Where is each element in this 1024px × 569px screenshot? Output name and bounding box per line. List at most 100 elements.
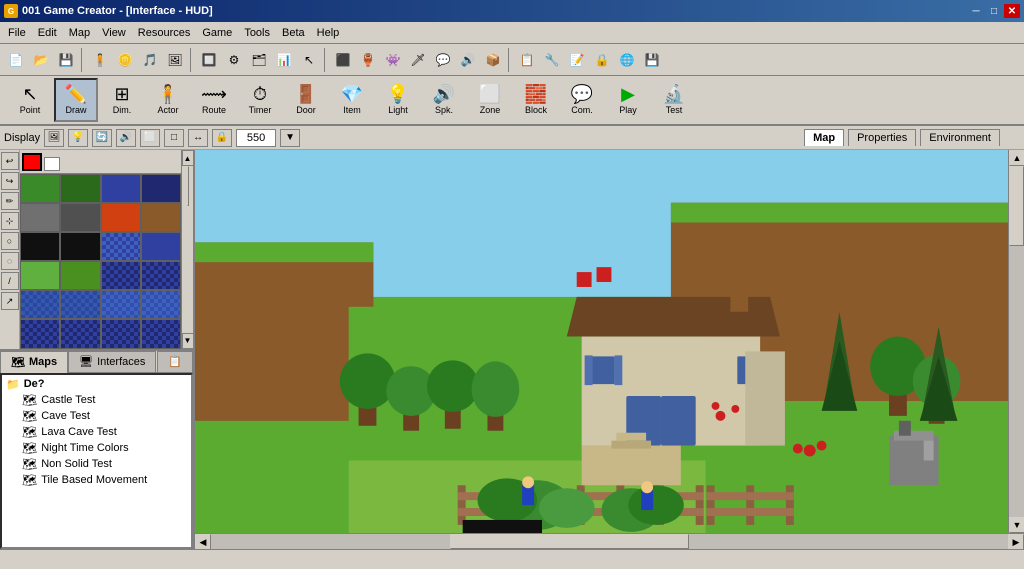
hscroll-right[interactable]: ▶	[1008, 534, 1024, 549]
display-btn-7[interactable]: ↔	[188, 129, 208, 147]
sub-tool-5[interactable]: ○	[1, 232, 19, 250]
menu-view[interactable]: View	[96, 25, 132, 41]
display-btn-8[interactable]: 🔒	[212, 129, 232, 147]
menu-map[interactable]: Map	[63, 25, 96, 41]
tool-actor[interactable]: 🧍 Actor	[146, 78, 190, 122]
tree-item-castle-test[interactable]: 🗺 Castle Test	[20, 392, 189, 408]
tb-r6[interactable]: 🔊	[456, 48, 480, 72]
tb-r7[interactable]: 📦	[481, 48, 505, 72]
tile-19[interactable]	[101, 290, 141, 319]
sub-tool-8[interactable]: ↗	[1, 292, 19, 310]
hscroll-thumb[interactable]	[450, 534, 689, 549]
tb-group1[interactable]: 🔲	[197, 48, 221, 72]
tab-interfaces[interactable]: 🖥 Interfaces	[68, 351, 156, 373]
sub-tool-6[interactable]: ◌	[1, 252, 19, 270]
tb-save[interactable]: 💾	[54, 48, 78, 72]
tile-18[interactable]	[60, 290, 100, 319]
vscroll-thumb[interactable]	[1009, 166, 1024, 246]
tile-6[interactable]	[60, 203, 100, 232]
tb-cursor[interactable]: ↖	[297, 48, 321, 72]
tile-10[interactable]	[60, 232, 100, 261]
tile-13[interactable]	[20, 261, 60, 290]
hscroll-left[interactable]: ◀	[195, 534, 211, 549]
display-btn-4[interactable]: 🔊	[116, 129, 136, 147]
tb-group2[interactable]: ⚙	[222, 48, 246, 72]
map-canvas[interactable]	[195, 150, 1008, 533]
sub-tool-2[interactable]: ↪	[1, 172, 19, 190]
tab-properties[interactable]: Properties	[848, 129, 916, 146]
tb-open[interactable]: 📂	[29, 48, 53, 72]
tb-r4[interactable]: 🗡	[406, 48, 430, 72]
tree-item-cave-test[interactable]: 🗺 Cave Test	[20, 408, 189, 424]
close-button[interactable]: ✕	[1004, 4, 1020, 18]
tb-new[interactable]: 📄	[4, 48, 28, 72]
tree-item-non-solid-test[interactable]: 🗺 Non Solid Test	[20, 456, 189, 472]
tile-5[interactable]	[20, 203, 60, 232]
tile-11[interactable]	[101, 232, 141, 261]
tb-r5[interactable]: 💬	[431, 48, 455, 72]
tb-img[interactable]: 🖼	[163, 48, 187, 72]
tb-coin[interactable]: 🪙	[113, 48, 137, 72]
tile-12[interactable]	[141, 232, 181, 261]
minimize-button[interactable]: ─	[968, 4, 984, 18]
maximize-button[interactable]: □	[986, 4, 1002, 18]
tile-24[interactable]	[141, 319, 181, 348]
tile-7[interactable]	[101, 203, 141, 232]
tile-3[interactable]	[101, 174, 141, 203]
sub-tool-4[interactable]: ⊹	[1, 212, 19, 230]
tool-route[interactable]: ⟿ Route	[192, 78, 236, 122]
tool-spk[interactable]: 🔊 Spk.	[422, 78, 466, 122]
tb-x2[interactable]: 🔧	[540, 48, 564, 72]
tile-2[interactable]	[60, 174, 100, 203]
tb-music[interactable]: 🎵	[138, 48, 162, 72]
display-btn-5[interactable]: ⬜	[140, 129, 160, 147]
color-secondary[interactable]	[44, 157, 60, 171]
tool-zone[interactable]: ⬜ Zone	[468, 78, 512, 122]
menu-edit[interactable]: Edit	[32, 25, 63, 41]
tb-r3[interactable]: 👾	[381, 48, 405, 72]
tile-22[interactable]	[60, 319, 100, 348]
color-primary[interactable]	[22, 153, 42, 171]
palette-scroll-up[interactable]: ▲	[182, 150, 194, 166]
tb-x3[interactable]: 📝	[565, 48, 589, 72]
tree-item-tile-based-movement[interactable]: 🗺 Tile Based Movement	[20, 472, 189, 488]
vscroll-down[interactable]: ▼	[1009, 517, 1024, 533]
tool-com[interactable]: 💬 Com.	[560, 78, 604, 122]
tool-door[interactable]: 🚪 Door	[284, 78, 328, 122]
sub-tool-7[interactable]: /	[1, 272, 19, 290]
tool-test[interactable]: 🔬 Test	[652, 78, 696, 122]
display-btn-6[interactable]: □	[164, 129, 184, 147]
sub-tool-3[interactable]: ✏	[1, 192, 19, 210]
tile-8[interactable]	[141, 203, 181, 232]
tb-r2[interactable]: 🏺	[356, 48, 380, 72]
display-btn-3[interactable]: 🔄	[92, 129, 112, 147]
menu-file[interactable]: File	[2, 25, 32, 41]
vscroll-up[interactable]: ▲	[1009, 150, 1024, 166]
display-btn-1[interactable]: 🖼	[44, 129, 64, 147]
sub-tool-1[interactable]: ↩	[1, 152, 19, 170]
tool-point[interactable]: ↖ Point	[8, 78, 52, 122]
tile-9[interactable]	[20, 232, 60, 261]
tb-x1[interactable]: 📋	[515, 48, 539, 72]
titlebar-controls[interactable]: ─ □ ✕	[968, 4, 1020, 18]
tile-14[interactable]	[60, 261, 100, 290]
tree-item-night-time-colors[interactable]: 🗺 Night Time Colors	[20, 440, 189, 456]
tree-root[interactable]: 📁 De?	[4, 377, 189, 392]
tb-actor[interactable]: 🧍	[88, 48, 112, 72]
tile-20[interactable]	[141, 290, 181, 319]
menu-game[interactable]: Game	[196, 25, 238, 41]
menu-resources[interactable]: Resources	[132, 25, 197, 41]
zoom-input[interactable]	[236, 129, 276, 147]
tool-dim[interactable]: ⊞ Dim.	[100, 78, 144, 122]
tile-15[interactable]	[101, 261, 141, 290]
tab-map[interactable]: Map	[804, 129, 844, 146]
tool-timer[interactable]: ⏱ Timer	[238, 78, 282, 122]
tool-draw[interactable]: ✏️ Draw	[54, 78, 98, 122]
tb-group3[interactable]: 🗂	[247, 48, 271, 72]
menu-help[interactable]: Help	[311, 25, 346, 41]
palette-scroll-thumb[interactable]	[187, 166, 189, 206]
menu-tools[interactable]: Tools	[238, 25, 276, 41]
tool-block[interactable]: 🧱 Block	[514, 78, 558, 122]
tab-maps[interactable]: 🗺 Maps	[0, 351, 68, 373]
tile-21[interactable]	[20, 319, 60, 348]
